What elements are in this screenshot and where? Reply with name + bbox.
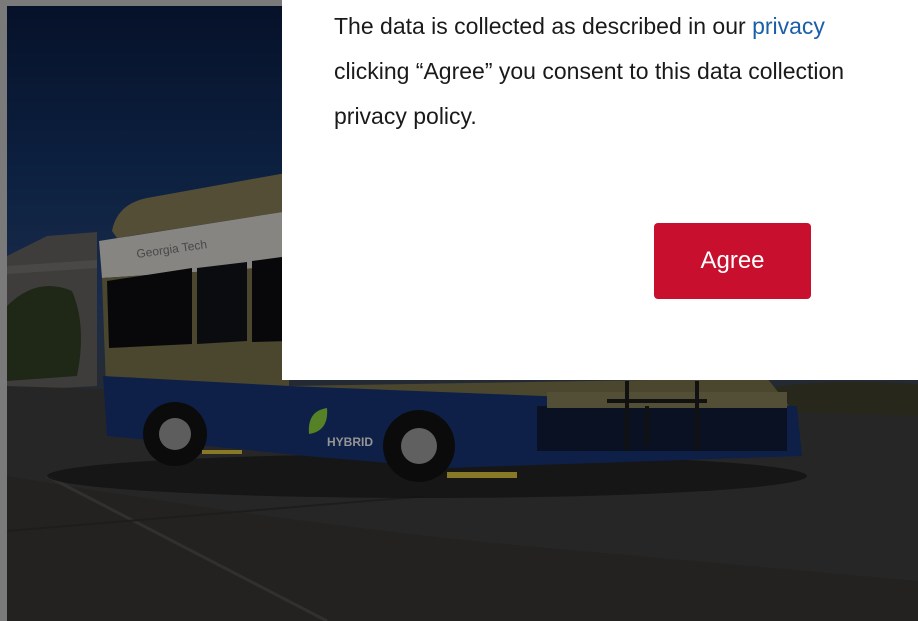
consent-modal: The data is collected as described in ou… [282,0,918,380]
consent-text-line2: clicking “Agree” you consent to this dat… [334,58,845,84]
agree-button[interactable]: Agree [654,223,811,299]
consent-text-line3: privacy policy. [334,103,477,129]
page-viewport: HYBRID Georgia Tech The data is collecte… [0,0,918,621]
consent-text: The data is collected as described in ou… [334,4,918,139]
consent-text-line1: The data is collected as described in ou… [334,13,753,39]
privacy-policy-link[interactable]: privacy [752,13,825,39]
